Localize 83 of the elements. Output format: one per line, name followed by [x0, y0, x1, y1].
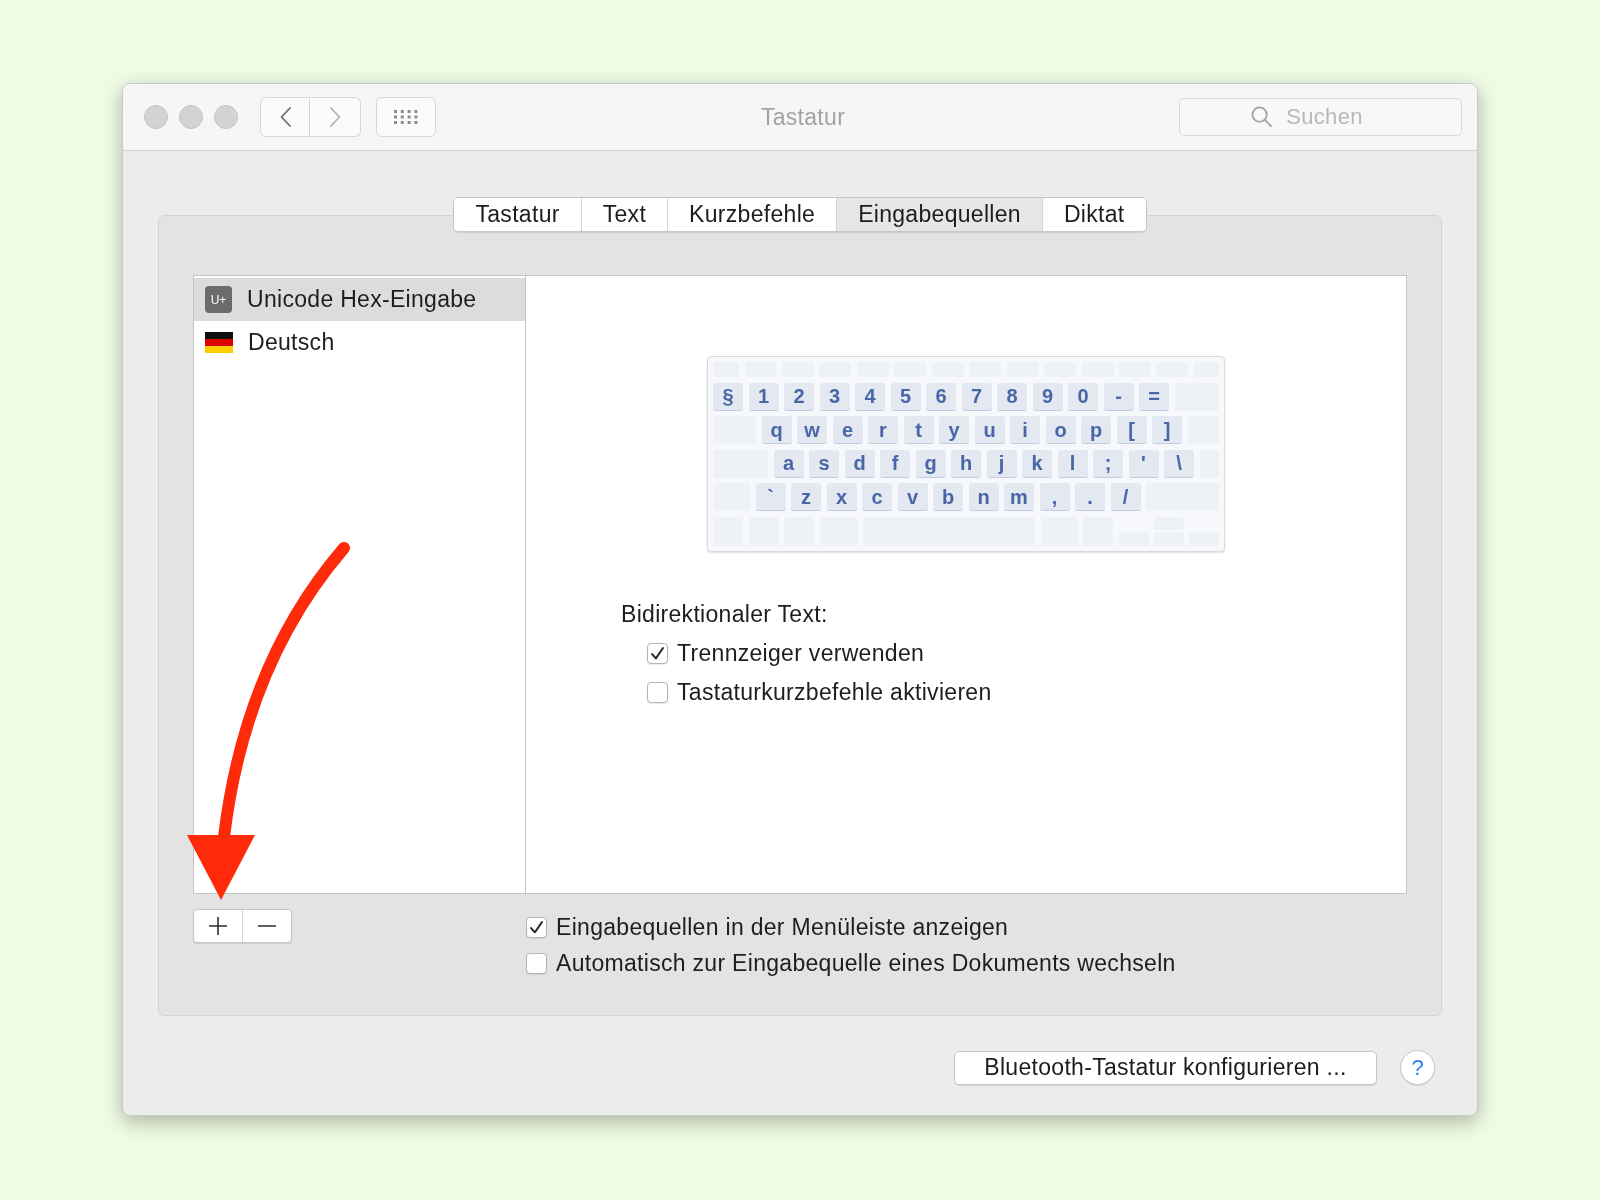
keyboard-key: ,: [1039, 483, 1070, 511]
keyboard-key: s: [809, 449, 839, 478]
back-button[interactable]: [260, 97, 310, 137]
keyboard-key: -: [1103, 382, 1134, 411]
keyboard-key: t: [903, 416, 934, 444]
keyboard-key: e: [832, 416, 863, 444]
keyboard-key: d: [844, 449, 875, 478]
keyboard-key: a: [773, 449, 804, 478]
keyboard-key: ]: [1152, 416, 1182, 444]
checkbox-label: Tastaturkurzbefehle aktivieren: [677, 681, 992, 704]
keyboard-key: r: [868, 416, 898, 444]
keyboard-key: 0: [1068, 382, 1098, 411]
keyboard-key: j: [986, 449, 1017, 478]
keyboard-key: n: [968, 483, 999, 511]
keyboard-key: y: [939, 416, 969, 444]
plus-icon: [209, 917, 227, 935]
tab[interactable]: Kurzbefehle: [667, 198, 837, 231]
keyboard-key: u: [974, 416, 1005, 444]
keyboard-key: 3: [819, 382, 850, 411]
keyboard-key: 6: [926, 382, 956, 411]
keyboard-key: w: [797, 416, 827, 444]
keyboard-key: p: [1081, 416, 1111, 444]
keyboard-key: `: [755, 483, 786, 511]
checkbox-label: Eingabequellen in der Menüleiste anzeigen: [556, 915, 1009, 939]
search-icon: [1251, 106, 1272, 127]
minus-icon: [258, 925, 276, 927]
checkbox[interactable]: [526, 952, 547, 974]
checkbox-label: Trennzeiger verwenden: [677, 642, 925, 665]
keyboard-key: 4: [855, 382, 885, 411]
keyboard-key: g: [915, 449, 946, 478]
checkmark-icon: [651, 647, 664, 660]
keyboard-key: x: [826, 483, 857, 511]
keyboard-key: f: [880, 449, 910, 478]
keyboard-key: v: [897, 483, 928, 511]
keyboard-key: 5: [890, 382, 921, 411]
tab[interactable]: Eingabequellen: [836, 198, 1042, 231]
keyboard-key: /: [1110, 483, 1141, 511]
tab[interactable]: Tastatur: [454, 198, 581, 231]
keyboard-key: .: [1075, 483, 1105, 511]
show-all-button[interactable]: [376, 97, 436, 137]
keyboard-key: q: [761, 416, 792, 444]
keyboard-key: ': [1128, 449, 1159, 478]
tab[interactable]: Text: [580, 198, 668, 231]
keyboard-key: z: [791, 483, 821, 511]
checkmark-icon: [530, 920, 543, 934]
window-zoom-button[interactable]: [214, 105, 238, 129]
keyboard-key: =: [1139, 382, 1169, 411]
input-source-icon: U+: [205, 286, 232, 313]
chevron-left-icon: [279, 107, 291, 127]
keyboard-key: 2: [784, 382, 814, 411]
keyboard-key: m: [1004, 483, 1034, 511]
chevron-right-icon: [329, 107, 341, 127]
keyboard-key: §: [713, 382, 743, 411]
tab[interactable]: Diktat: [1041, 198, 1146, 231]
grid-icon: [394, 110, 418, 124]
search-field[interactable]: Suchen: [1179, 98, 1462, 136]
checkbox[interactable]: [647, 643, 668, 664]
keyboard-key: 7: [961, 382, 992, 411]
keyboard-key: o: [1045, 416, 1076, 444]
keyboard-key: 1: [748, 382, 779, 411]
checkbox-label: Automatisch zur Eingabequelle eines Dokuments wechseln: [556, 951, 1176, 975]
keyboard-key: l: [1057, 449, 1088, 478]
keyboard-key: [: [1116, 416, 1147, 444]
window-close-button[interactable]: [144, 105, 168, 129]
keyboard-key: \: [1164, 449, 1194, 478]
checkbox[interactable]: [647, 682, 668, 703]
keyboard-key: 9: [1032, 382, 1063, 411]
help-button[interactable]: ?: [1400, 1050, 1435, 1085]
checkbox[interactable]: [526, 916, 547, 938]
keyboard-key: k: [1022, 449, 1052, 478]
keyboard-key: 8: [997, 382, 1027, 411]
window-title: Tastatur: [760, 105, 846, 129]
bluetooth-keyboard-button[interactable]: Bluetooth-Tastatur konfigurieren ...: [954, 1050, 1377, 1085]
keyboard-key: b: [933, 483, 963, 511]
window-minimize-button[interactable]: [179, 105, 203, 129]
section-heading: Bidirektionaler Text:: [621, 602, 828, 626]
input-source-item[interactable]: U+ Unicode Hex-Eingabe: [194, 278, 525, 321]
keyboard-key: i: [1010, 416, 1040, 444]
keyboard-key: ;: [1093, 449, 1123, 478]
flag-icon: [205, 332, 233, 353]
keyboard-key: h: [951, 449, 981, 478]
forward-button[interactable]: [310, 97, 361, 137]
keyboard-key: c: [862, 483, 892, 511]
